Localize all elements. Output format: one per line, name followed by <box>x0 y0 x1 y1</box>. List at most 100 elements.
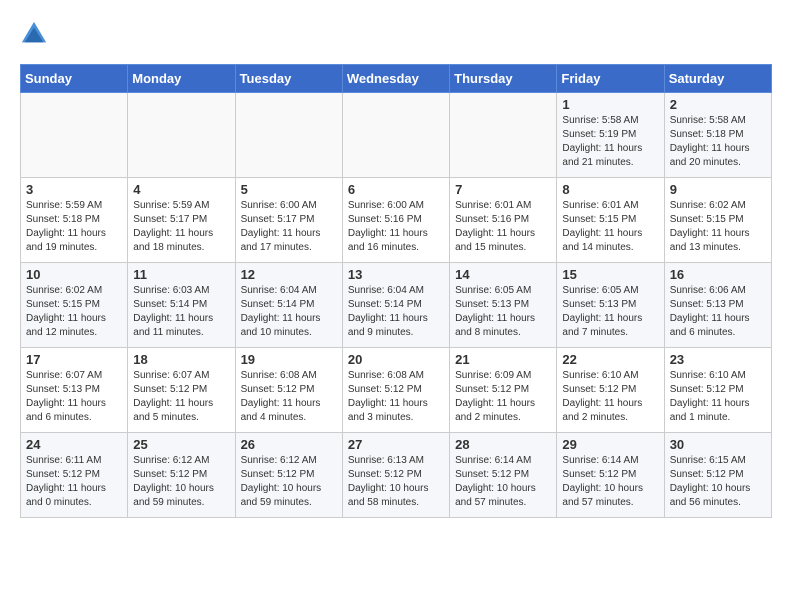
calendar-cell <box>21 93 128 178</box>
calendar-cell: 7 Sunrise: 6:01 AMSunset: 5:16 PMDayligh… <box>450 178 557 263</box>
calendar-week-3: 10 Sunrise: 6:02 AMSunset: 5:15 PMDaylig… <box>21 263 772 348</box>
day-number: 29 <box>562 437 658 452</box>
day-info: Sunrise: 6:13 AMSunset: 5:12 PMDaylight:… <box>348 454 444 510</box>
day-number: 28 <box>455 437 551 452</box>
day-number: 18 <box>133 352 229 367</box>
calendar-cell: 11 Sunrise: 6:03 AMSunset: 5:14 PMDaylig… <box>128 263 235 348</box>
logo <box>20 20 52 48</box>
day-info: Sunrise: 6:09 AMSunset: 5:12 PMDaylight:… <box>455 369 551 425</box>
calendar-week-4: 17 Sunrise: 6:07 AMSunset: 5:13 PMDaylig… <box>21 348 772 433</box>
day-info: Sunrise: 6:01 AMSunset: 5:15 PMDaylight:… <box>562 199 658 255</box>
day-info: Sunrise: 6:10 AMSunset: 5:12 PMDaylight:… <box>562 369 658 425</box>
calendar-cell: 28 Sunrise: 6:14 AMSunset: 5:12 PMDaylig… <box>450 433 557 518</box>
calendar-week-1: 1 Sunrise: 5:58 AMSunset: 5:19 PMDayligh… <box>21 93 772 178</box>
calendar-cell: 2 Sunrise: 5:58 AMSunset: 5:18 PMDayligh… <box>664 93 771 178</box>
calendar-cell: 14 Sunrise: 6:05 AMSunset: 5:13 PMDaylig… <box>450 263 557 348</box>
day-info: Sunrise: 6:00 AMSunset: 5:17 PMDaylight:… <box>241 199 337 255</box>
calendar-cell <box>450 93 557 178</box>
day-number: 14 <box>455 267 551 282</box>
day-info: Sunrise: 6:11 AMSunset: 5:12 PMDaylight:… <box>26 454 122 510</box>
day-info: Sunrise: 6:15 AMSunset: 5:12 PMDaylight:… <box>670 454 766 510</box>
calendar-cell: 6 Sunrise: 6:00 AMSunset: 5:16 PMDayligh… <box>342 178 449 263</box>
day-info: Sunrise: 6:14 AMSunset: 5:12 PMDaylight:… <box>455 454 551 510</box>
calendar-cell: 20 Sunrise: 6:08 AMSunset: 5:12 PMDaylig… <box>342 348 449 433</box>
day-info: Sunrise: 6:02 AMSunset: 5:15 PMDaylight:… <box>670 199 766 255</box>
calendar-cell: 17 Sunrise: 6:07 AMSunset: 5:13 PMDaylig… <box>21 348 128 433</box>
day-number: 16 <box>670 267 766 282</box>
calendar-cell: 18 Sunrise: 6:07 AMSunset: 5:12 PMDaylig… <box>128 348 235 433</box>
day-info: Sunrise: 6:14 AMSunset: 5:12 PMDaylight:… <box>562 454 658 510</box>
day-number: 6 <box>348 182 444 197</box>
calendar-cell: 4 Sunrise: 5:59 AMSunset: 5:17 PMDayligh… <box>128 178 235 263</box>
calendar-week-2: 3 Sunrise: 5:59 AMSunset: 5:18 PMDayligh… <box>21 178 772 263</box>
day-number: 9 <box>670 182 766 197</box>
calendar-cell: 1 Sunrise: 5:58 AMSunset: 5:19 PMDayligh… <box>557 93 664 178</box>
day-number: 26 <box>241 437 337 452</box>
calendar-table: SundayMondayTuesdayWednesdayThursdayFrid… <box>20 64 772 518</box>
calendar-cell: 16 Sunrise: 6:06 AMSunset: 5:13 PMDaylig… <box>664 263 771 348</box>
day-number: 20 <box>348 352 444 367</box>
day-number: 25 <box>133 437 229 452</box>
day-info: Sunrise: 6:02 AMSunset: 5:15 PMDaylight:… <box>26 284 122 340</box>
calendar-cell: 8 Sunrise: 6:01 AMSunset: 5:15 PMDayligh… <box>557 178 664 263</box>
day-info: Sunrise: 5:59 AMSunset: 5:17 PMDaylight:… <box>133 199 229 255</box>
calendar-cell: 3 Sunrise: 5:59 AMSunset: 5:18 PMDayligh… <box>21 178 128 263</box>
weekday-header-friday: Friday <box>557 65 664 93</box>
calendar-cell: 27 Sunrise: 6:13 AMSunset: 5:12 PMDaylig… <box>342 433 449 518</box>
day-info: Sunrise: 6:12 AMSunset: 5:12 PMDaylight:… <box>133 454 229 510</box>
day-number: 23 <box>670 352 766 367</box>
weekday-header-monday: Monday <box>128 65 235 93</box>
day-number: 19 <box>241 352 337 367</box>
calendar-cell: 25 Sunrise: 6:12 AMSunset: 5:12 PMDaylig… <box>128 433 235 518</box>
calendar-week-5: 24 Sunrise: 6:11 AMSunset: 5:12 PMDaylig… <box>21 433 772 518</box>
calendar-cell: 19 Sunrise: 6:08 AMSunset: 5:12 PMDaylig… <box>235 348 342 433</box>
day-info: Sunrise: 6:00 AMSunset: 5:16 PMDaylight:… <box>348 199 444 255</box>
day-info: Sunrise: 6:04 AMSunset: 5:14 PMDaylight:… <box>241 284 337 340</box>
calendar-cell: 10 Sunrise: 6:02 AMSunset: 5:15 PMDaylig… <box>21 263 128 348</box>
day-number: 15 <box>562 267 658 282</box>
day-info: Sunrise: 6:05 AMSunset: 5:13 PMDaylight:… <box>562 284 658 340</box>
day-number: 5 <box>241 182 337 197</box>
day-info: Sunrise: 6:06 AMSunset: 5:13 PMDaylight:… <box>670 284 766 340</box>
day-number: 11 <box>133 267 229 282</box>
day-info: Sunrise: 6:12 AMSunset: 5:12 PMDaylight:… <box>241 454 337 510</box>
day-number: 8 <box>562 182 658 197</box>
weekday-header-saturday: Saturday <box>664 65 771 93</box>
weekday-header-tuesday: Tuesday <box>235 65 342 93</box>
calendar-cell: 22 Sunrise: 6:10 AMSunset: 5:12 PMDaylig… <box>557 348 664 433</box>
calendar-cell: 23 Sunrise: 6:10 AMSunset: 5:12 PMDaylig… <box>664 348 771 433</box>
calendar-cell: 29 Sunrise: 6:14 AMSunset: 5:12 PMDaylig… <box>557 433 664 518</box>
day-info: Sunrise: 6:03 AMSunset: 5:14 PMDaylight:… <box>133 284 229 340</box>
day-number: 4 <box>133 182 229 197</box>
day-number: 1 <box>562 97 658 112</box>
calendar-cell: 5 Sunrise: 6:00 AMSunset: 5:17 PMDayligh… <box>235 178 342 263</box>
day-number: 13 <box>348 267 444 282</box>
weekday-header-wednesday: Wednesday <box>342 65 449 93</box>
day-number: 3 <box>26 182 122 197</box>
day-number: 2 <box>670 97 766 112</box>
calendar-cell: 12 Sunrise: 6:04 AMSunset: 5:14 PMDaylig… <box>235 263 342 348</box>
weekday-header-sunday: Sunday <box>21 65 128 93</box>
calendar-cell: 24 Sunrise: 6:11 AMSunset: 5:12 PMDaylig… <box>21 433 128 518</box>
day-number: 17 <box>26 352 122 367</box>
day-info: Sunrise: 6:07 AMSunset: 5:12 PMDaylight:… <box>133 369 229 425</box>
page-header <box>20 20 772 48</box>
calendar-cell: 15 Sunrise: 6:05 AMSunset: 5:13 PMDaylig… <box>557 263 664 348</box>
day-number: 24 <box>26 437 122 452</box>
calendar-cell: 9 Sunrise: 6:02 AMSunset: 5:15 PMDayligh… <box>664 178 771 263</box>
day-info: Sunrise: 6:05 AMSunset: 5:13 PMDaylight:… <box>455 284 551 340</box>
logo-icon <box>20 20 48 48</box>
calendar-cell: 13 Sunrise: 6:04 AMSunset: 5:14 PMDaylig… <box>342 263 449 348</box>
day-number: 22 <box>562 352 658 367</box>
day-info: Sunrise: 5:59 AMSunset: 5:18 PMDaylight:… <box>26 199 122 255</box>
day-info: Sunrise: 6:01 AMSunset: 5:16 PMDaylight:… <box>455 199 551 255</box>
weekday-header-thursday: Thursday <box>450 65 557 93</box>
day-number: 30 <box>670 437 766 452</box>
calendar-cell <box>342 93 449 178</box>
day-info: Sunrise: 5:58 AMSunset: 5:18 PMDaylight:… <box>670 114 766 170</box>
day-info: Sunrise: 6:10 AMSunset: 5:12 PMDaylight:… <box>670 369 766 425</box>
calendar-cell: 21 Sunrise: 6:09 AMSunset: 5:12 PMDaylig… <box>450 348 557 433</box>
day-info: Sunrise: 6:07 AMSunset: 5:13 PMDaylight:… <box>26 369 122 425</box>
day-number: 10 <box>26 267 122 282</box>
day-info: Sunrise: 6:04 AMSunset: 5:14 PMDaylight:… <box>348 284 444 340</box>
